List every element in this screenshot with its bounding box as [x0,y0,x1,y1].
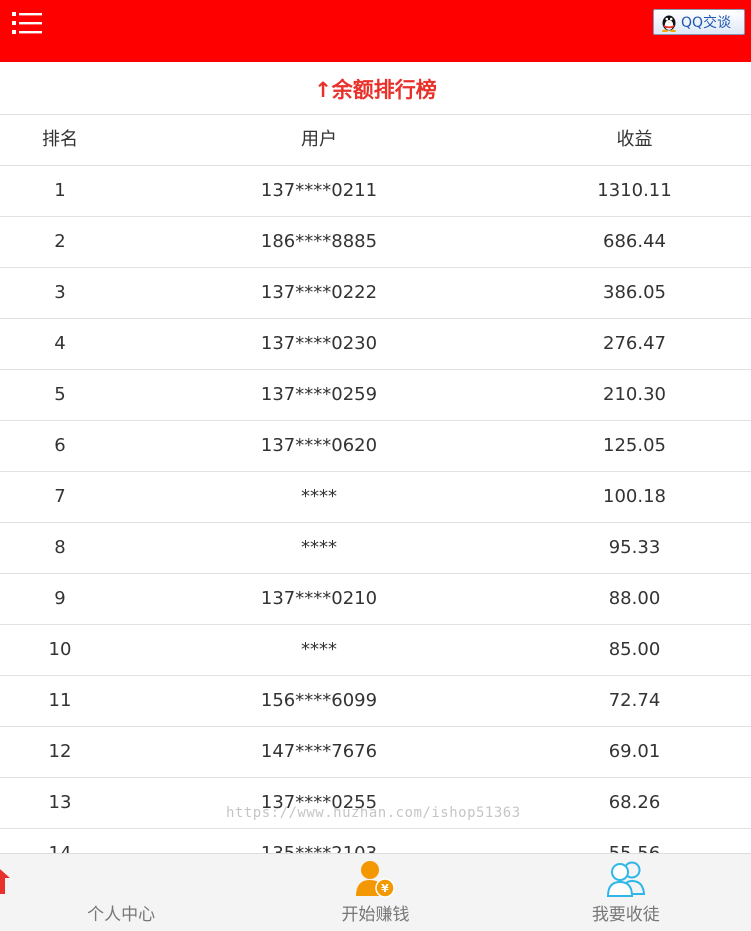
svg-text:¥: ¥ [382,882,390,895]
income-cell: 68.26 [608,792,661,813]
rank-cell: 11 [48,690,72,711]
table-row: 11 156****6099 72.74 [0,676,751,727]
user-cell: 137****0222 [260,282,378,303]
table-row: 13 137****0255 68.26 [0,778,751,829]
table-row: 8 **** 95.33 [0,523,751,574]
income-cell: 1310.11 [597,180,672,201]
income-cell: 386.05 [603,282,666,303]
income-cell: 69.01 [608,741,661,762]
user-cell: 137****0211 [260,180,378,201]
nav-recruit-apprentice[interactable]: 我要收徒 [501,854,751,931]
nav-label-personal-center: 个人中心 [87,905,156,925]
income-cell: 100.18 [603,486,666,507]
nav-label-recruit-apprentice: 我要收徒 [591,905,660,925]
top-header: QQ交谈 [0,0,751,62]
income-cell: 88.00 [608,588,661,609]
user-cell: 156****6099 [260,690,378,711]
income-cell: 125.05 [603,435,666,456]
rank-cell: 8 [54,537,66,558]
user-money-icon: ¥ [356,861,396,898]
table-row: 3 137****0222 386.05 [0,268,751,319]
table-row: 2 186****8885 686.44 [0,217,751,268]
ranking-title-bar: ↑余额排行榜 [0,63,751,115]
rank-cell: 12 [48,741,72,762]
users-icon [606,861,645,897]
rank-cell: 1 [54,180,66,201]
list-menu-icon [12,12,42,34]
user-cell: 147****7676 [260,741,378,762]
user-cell: 137****0259 [260,384,378,405]
income-cell: 72.74 [608,690,661,711]
column-header-rank: 排名 [42,129,78,150]
income-cell: 686.44 [603,231,666,252]
rank-cell: 9 [54,588,66,609]
user-cell: 137****0620 [260,435,378,456]
qq-penguin-icon [662,15,676,32]
menu-button[interactable] [12,11,42,35]
rank-cell: 6 [54,435,66,456]
rank-cell: 7 [54,486,66,507]
user-cell: **** [301,486,337,507]
user-cell: 186****8885 [260,231,378,252]
user-cell: **** [301,537,337,558]
table-row: 12 147****7676 69.01 [0,727,751,778]
user-cell: 137****0210 [260,588,378,609]
rank-cell: 3 [54,282,66,303]
rank-cell: 2 [54,231,66,252]
table-row: 7 **** 100.18 [0,472,751,523]
table-row: 10 **** 85.00 [0,625,751,676]
ranking-table: 排名 用户 收益 1 137****0211 1310.11 2 186****8885… [0,115,751,880]
home-icon [0,869,10,894]
rank-cell: 5 [54,384,66,405]
watermark-text: https://www.huzhan.com/ishop51363 [226,805,521,821]
rank-cell: 4 [54,333,66,354]
rank-cell: 13 [48,792,72,813]
user-cell: 137****0230 [260,333,378,354]
income-cell: 85.00 [608,639,661,660]
column-header-user: 用户 [301,129,337,150]
rank-cell: 10 [48,639,72,660]
income-cell: 276.47 [603,333,666,354]
table-row: 4 137****0230 276.47 [0,319,751,370]
page-title: ↑余额排行榜 [314,77,437,102]
qq-chat-button[interactable]: QQ交谈 [653,9,745,35]
nav-personal-center[interactable]: 个人中心 [0,854,250,931]
table-row: 1 137****0211 1310.11 [0,166,751,217]
table-row: 9 137****0210 88.00 [0,574,751,625]
nav-label-start-earning: 开始赚钱 [341,905,410,925]
income-cell: 95.33 [608,537,661,558]
table-row: 6 137****0620 125.05 [0,421,751,472]
nav-start-earning[interactable]: ¥ 开始赚钱 [250,854,500,931]
table-row: 5 137****0259 210.30 [0,370,751,421]
qq-chat-label: QQ交谈 [681,15,732,31]
table-header-row: 排名 用户 收益 [0,115,751,166]
user-cell: **** [301,639,337,660]
income-cell: 210.30 [603,384,666,405]
table-body: 1 137****0211 1310.11 2 186****8885 686.44 3 13… [0,166,751,880]
column-header-income: 收益 [616,129,653,150]
bottom-nav: 个人中心 ¥ 开始赚钱 我要收徒 [0,853,751,931]
